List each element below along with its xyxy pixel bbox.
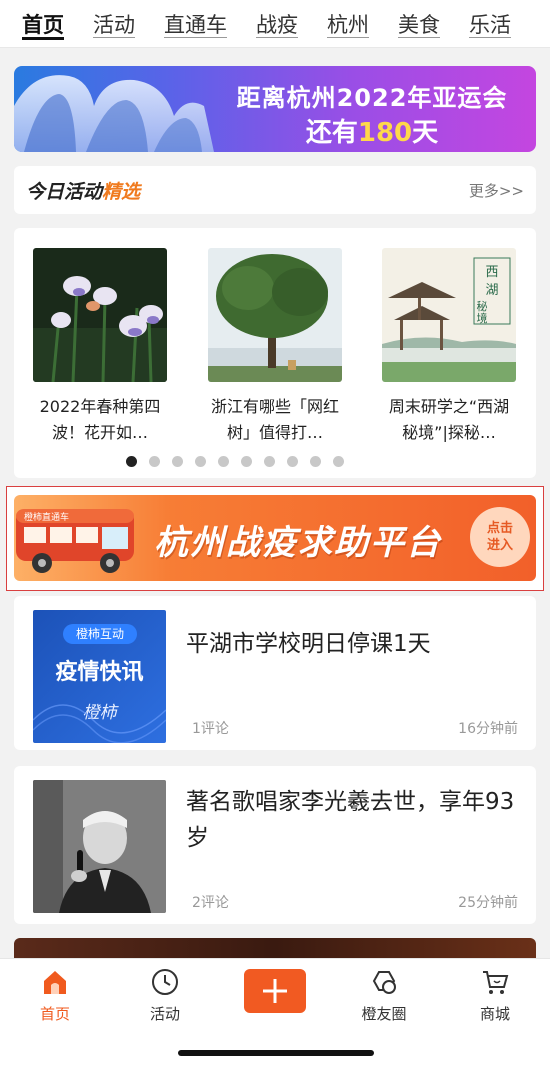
- nav-home-label: 首页: [39, 1005, 70, 1023]
- tree-lake-image: [208, 248, 342, 382]
- nav-mall[interactable]: 商城: [455, 967, 535, 1024]
- carousel-item[interactable]: 浙江有哪些「网红树」值得打…: [208, 248, 342, 446]
- home-indicator[interactable]: [178, 1050, 374, 1056]
- carousel-caption: 周末研学之“西湖秘境”|探秘…: [388, 397, 510, 442]
- tab-home[interactable]: 首页: [22, 9, 64, 39]
- epidemic-news-thumbnail: 橙柿互动 疫情快讯 橙柿: [33, 610, 166, 743]
- nav-activities[interactable]: 活动: [125, 967, 205, 1024]
- thumb-brand-label: 橙柿互动: [63, 624, 137, 644]
- asian-games-countdown-banner[interactable]: 距离杭州2022年亚运会 还有180天: [14, 66, 536, 152]
- bus-icon: 橙柿直通车: [16, 509, 134, 573]
- news-time: 25分钟前: [458, 895, 518, 911]
- cart-icon: [483, 971, 509, 994]
- news-meta: 2评论 25分钟前: [192, 892, 518, 912]
- carousel-pagination[interactable]: [14, 456, 536, 468]
- top-tab-bar: 首页 活动 直通车 战疫 杭州 美食 乐活: [0, 0, 550, 48]
- nav-mall-label: 商城: [479, 1005, 510, 1023]
- iris-flowers-image: [33, 248, 167, 382]
- carousel-item[interactable]: 2022年春种第四波！花开如…: [33, 248, 167, 446]
- carousel-dot[interactable]: [195, 456, 206, 467]
- singer-photo-thumbnail: [33, 780, 166, 913]
- svg-text:秘: 秘: [477, 299, 488, 313]
- help-banner-inner[interactable]: 橙柿直通车 杭州战疫求助平台 点击 进入: [14, 495, 536, 581]
- west-lake-pavilion-image: 西 湖 秘 境: [382, 248, 516, 382]
- home-icon: [44, 971, 66, 994]
- comment-count: 2评论: [192, 895, 229, 911]
- epidemic-help-banner[interactable]: 橙柿直通车 杭州战疫求助平台 点击 进入: [6, 486, 544, 591]
- next-news-preview[interactable]: [14, 938, 536, 960]
- news-meta: 1评论 16分钟前: [192, 718, 518, 738]
- nav-activities-label: 活动: [149, 1005, 180, 1023]
- help-banner-title: 杭州战疫求助平台: [154, 523, 442, 563]
- tab-lifestyle[interactable]: 乐活: [469, 9, 511, 39]
- countdown-days: 180: [357, 118, 413, 148]
- activities-carousel[interactable]: 2022年春种第四波！花开如… 浙江有哪些「网红树」值得打… 西 湖 秘 境 周…: [14, 228, 536, 478]
- circle-icon: [372, 971, 396, 994]
- carousel-dot[interactable]: [287, 456, 298, 467]
- enter-button[interactable]: 点击 进入: [470, 507, 530, 567]
- carousel-dot[interactable]: [310, 456, 321, 467]
- svg-text:西: 西: [485, 265, 498, 280]
- carousel-dot[interactable]: [149, 456, 160, 467]
- svg-text:橙柿直通车: 橙柿直通车: [24, 511, 69, 523]
- carousel-item[interactable]: 西 湖 秘 境 周末研学之“西湖秘境”|探秘…: [382, 248, 516, 446]
- today-activities-header: 今日活动精选 更多>>: [14, 166, 536, 214]
- section-title: 今日活动精选: [26, 180, 141, 203]
- comment-count: 1评论: [192, 721, 229, 737]
- countdown-headline: 距离杭州2022年亚运会: [236, 84, 508, 112]
- enter-line-2: 进入: [486, 538, 513, 553]
- news-title[interactable]: 平湖市学校明日停课1天: [186, 626, 526, 662]
- more-link[interactable]: 更多>>: [469, 180, 524, 201]
- svg-text:湖: 湖: [485, 283, 498, 298]
- carousel-dot[interactable]: [241, 456, 252, 467]
- tab-food[interactable]: 美食: [398, 9, 440, 39]
- carousel-dot[interactable]: [333, 456, 344, 467]
- carousel-dot[interactable]: [218, 456, 229, 467]
- tab-activities[interactable]: 活动: [93, 9, 135, 39]
- svg-text:境: 境: [477, 311, 488, 325]
- nav-circle[interactable]: 橙友圈: [344, 967, 424, 1024]
- carousel-dot[interactable]: [126, 456, 137, 467]
- news-time: 16分钟前: [458, 721, 518, 737]
- countdown-days-line: 还有180天: [305, 118, 439, 148]
- carousel-caption: 2022年春种第四波！花开如…: [39, 397, 161, 442]
- news-title[interactable]: 著名歌唱家李光羲去世，享年93岁: [186, 784, 526, 856]
- carousel-dot[interactable]: [264, 456, 275, 467]
- news-item[interactable]: 橙柿互动 疫情快讯 橙柿 平湖市学校明日停课1天 1评论 16分钟前: [14, 596, 536, 750]
- news-item[interactable]: 著名歌唱家李光羲去世，享年93岁 2评论 25分钟前: [14, 766, 536, 924]
- tab-epidemic[interactable]: 战疫: [256, 9, 298, 39]
- stadium-illustration: [14, 75, 214, 152]
- plus-icon[interactable]: [244, 969, 306, 1013]
- tab-hangzhou[interactable]: 杭州: [327, 9, 369, 39]
- tab-express[interactable]: 直通车: [164, 9, 227, 39]
- nav-home[interactable]: 首页: [15, 967, 95, 1024]
- carousel-caption: 浙江有哪些「网红树」值得打…: [210, 397, 339, 442]
- clock-icon: [152, 969, 178, 995]
- enter-line-1: 点击: [486, 521, 513, 536]
- nav-circle-label: 橙友圈: [361, 1005, 407, 1023]
- carousel-dot[interactable]: [172, 456, 183, 467]
